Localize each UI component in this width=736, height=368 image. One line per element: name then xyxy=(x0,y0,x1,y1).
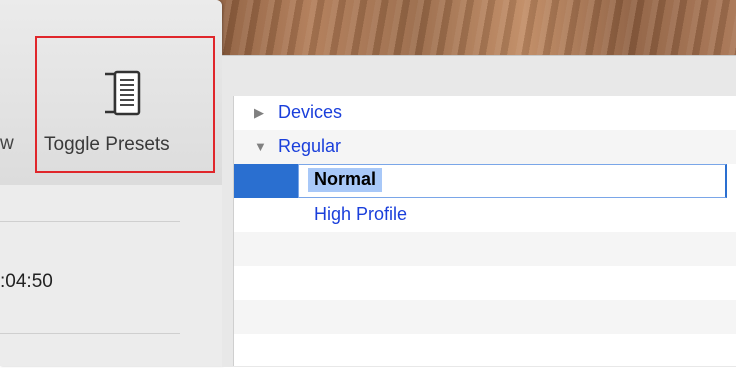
divider xyxy=(0,221,180,222)
preset-group-label: Devices xyxy=(278,102,343,122)
list-row-empty xyxy=(234,334,736,368)
disclosure-triangle-right-icon[interactable]: ▶ xyxy=(254,105,264,121)
preset-item-high-profile[interactable]: High Profile xyxy=(234,198,736,232)
preset-group-devices[interactable]: ▶ Devices xyxy=(234,96,736,130)
preset-item-label: High Profile xyxy=(314,204,408,224)
toolbar: w Toggle Presets xyxy=(0,0,222,185)
sidebar-toggle-icon xyxy=(105,70,141,116)
preset-item-label[interactable]: Normal xyxy=(308,168,383,192)
toggle-presets-label: Toggle Presets xyxy=(44,134,170,155)
preset-group-label: Regular xyxy=(278,136,342,156)
list-row-empty xyxy=(234,266,736,300)
toggle-presets-button[interactable]: Toggle Presets xyxy=(35,36,215,173)
selection-indicator xyxy=(234,164,298,198)
preset-group-regular[interactable]: ▼ Regular xyxy=(234,130,736,164)
disclosure-triangle-down-icon[interactable]: ▼ xyxy=(254,139,267,154)
time-readout: :04:50 xyxy=(0,271,53,292)
presets-list: ▶ Devices ▼ Regular Normal High Profile xyxy=(233,96,736,366)
list-row-empty xyxy=(234,300,736,334)
main-window: w Toggle Presets :04:50 xyxy=(0,0,222,366)
preset-item-normal[interactable]: Normal xyxy=(234,164,736,198)
clipped-toolbar-label: w xyxy=(0,133,14,154)
divider xyxy=(0,333,180,334)
list-row-empty xyxy=(234,232,736,266)
